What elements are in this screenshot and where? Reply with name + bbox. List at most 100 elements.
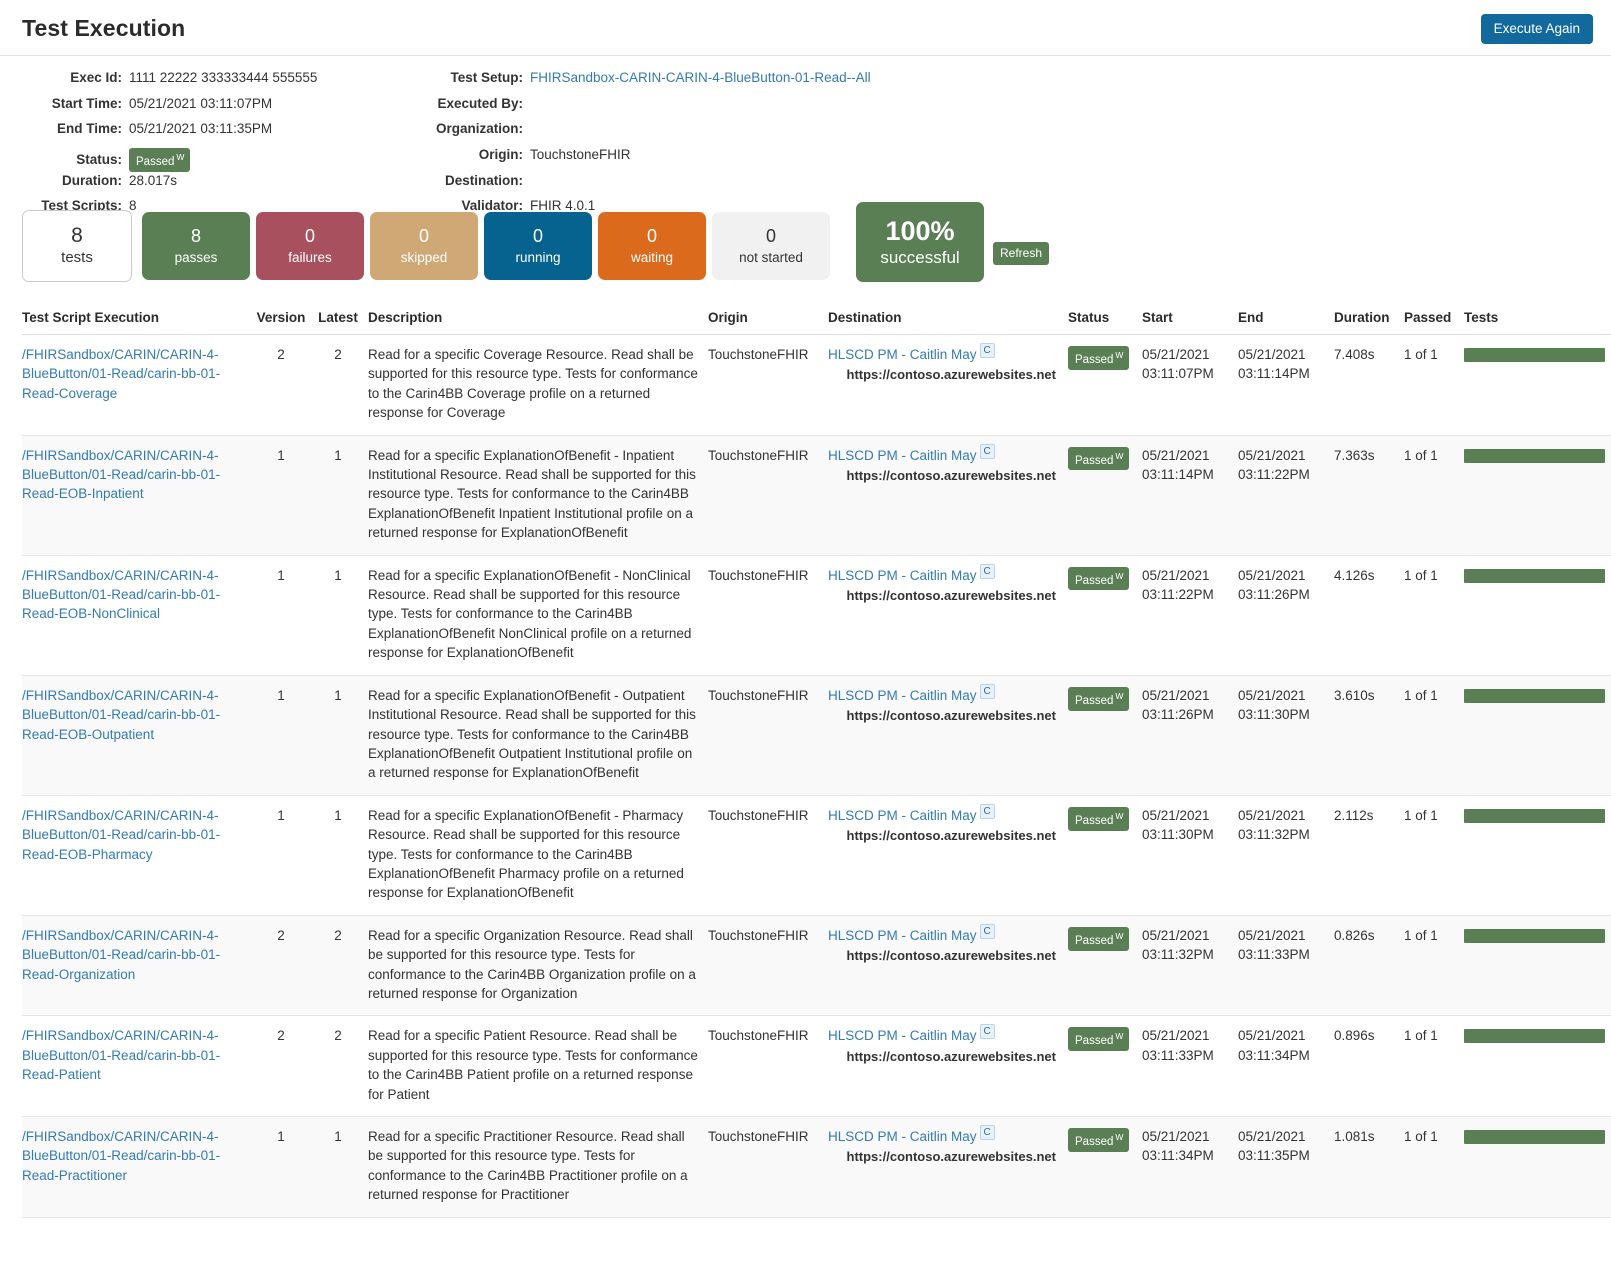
refresh-button[interactable]: Refresh bbox=[993, 242, 1049, 265]
stat-box-skipped[interactable]: 0skipped bbox=[370, 212, 478, 280]
description-cell: Read for a specific Coverage Resource. R… bbox=[368, 335, 708, 436]
column-header-passed[interactable]: Passed bbox=[1404, 310, 1464, 335]
status-badge-label: Passed bbox=[136, 156, 174, 168]
start-cell: 05/21/202103:11:32PM bbox=[1142, 915, 1238, 1016]
destination-link[interactable]: HLSCD PM - Caitlin May bbox=[828, 928, 977, 943]
stat-box-running[interactable]: 0running bbox=[484, 212, 592, 280]
end-time: 03:11:22PM bbox=[1238, 465, 1328, 484]
column-header-version[interactable]: Version bbox=[254, 310, 314, 335]
destination-link[interactable]: HLSCD PM - Caitlin May bbox=[828, 448, 977, 463]
conformance-badge[interactable]: C bbox=[980, 804, 995, 819]
duration-cell: 1.081s bbox=[1334, 1117, 1404, 1218]
metadata-column-left: Exec Id:1111 22222 333333444 555555Start… bbox=[0, 70, 420, 224]
stat-box-passes[interactable]: 8passes bbox=[142, 212, 250, 280]
tests-progress-cell bbox=[1464, 1016, 1611, 1117]
latest-cell: 2 bbox=[314, 335, 368, 436]
start-time: 03:11:26PM bbox=[1142, 705, 1232, 724]
destination-link[interactable]: HLSCD PM - Caitlin May bbox=[828, 568, 977, 583]
conformance-badge[interactable]: C bbox=[980, 444, 995, 459]
conformance-badge[interactable]: C bbox=[980, 1125, 995, 1140]
column-header-end[interactable]: End bbox=[1238, 310, 1334, 335]
duration-cell: 7.408s bbox=[1334, 335, 1404, 436]
conformance-badge[interactable]: C bbox=[980, 924, 995, 939]
metadata-row: End Time:05/21/2021 03:11:35PM bbox=[0, 121, 420, 147]
column-header-duration[interactable]: Duration bbox=[1334, 310, 1404, 335]
stat-count: 0 bbox=[533, 224, 543, 248]
end-time: 03:11:32PM bbox=[1238, 825, 1328, 844]
test-script-link[interactable]: /FHIRSandbox/CARIN/CARIN-4-BlueButton/01… bbox=[22, 347, 220, 401]
table-row[interactable]: /FHIRSandbox/CARIN/CARIN-4-BlueButton/01… bbox=[22, 335, 1611, 436]
metadata-label: Organization: bbox=[420, 121, 530, 136]
conformance-badge[interactable]: C bbox=[980, 564, 995, 579]
stat-box-waiting[interactable]: 0waiting bbox=[598, 212, 706, 280]
destination-link[interactable]: HLSCD PM - Caitlin May bbox=[828, 1028, 977, 1043]
end-time: 03:11:33PM bbox=[1238, 945, 1328, 964]
execute-again-button[interactable]: Execute Again bbox=[1481, 14, 1593, 44]
stat-label: running bbox=[515, 248, 560, 268]
column-header-origin[interactable]: Origin bbox=[708, 310, 828, 335]
table-body: /FHIRSandbox/CARIN/CARIN-4-BlueButton/01… bbox=[22, 335, 1611, 1218]
destination-url: https://contoso.azurewebsites.net bbox=[828, 706, 1062, 725]
destination-link[interactable]: HLSCD PM - Caitlin May bbox=[828, 347, 977, 362]
start-cell: 05/21/202103:11:34PM bbox=[1142, 1117, 1238, 1218]
test-script-link[interactable]: /FHIRSandbox/CARIN/CARIN-4-BlueButton/01… bbox=[22, 1129, 220, 1183]
conformance-badge[interactable]: C bbox=[980, 343, 995, 358]
success-rate-box[interactable]: 100% successful bbox=[856, 202, 984, 282]
end-time: 03:11:14PM bbox=[1238, 364, 1328, 383]
conformance-badge[interactable]: C bbox=[980, 1024, 995, 1039]
start-time: 03:11:14PM bbox=[1142, 465, 1232, 484]
column-header-start[interactable]: Start bbox=[1142, 310, 1238, 335]
version-cell: 2 bbox=[254, 1016, 314, 1117]
end-cell: 05/21/202103:11:30PM bbox=[1238, 675, 1334, 795]
destination-link[interactable]: HLSCD PM - Caitlin May bbox=[828, 688, 977, 703]
destination-link[interactable]: HLSCD PM - Caitlin May bbox=[828, 1129, 977, 1144]
metadata-link[interactable]: FHIRSandbox-CARIN-CARIN-4-BlueButton-01-… bbox=[530, 70, 871, 85]
table-row[interactable]: /FHIRSandbox/CARIN/CARIN-4-BlueButton/01… bbox=[22, 1016, 1611, 1117]
table-row[interactable]: /FHIRSandbox/CARIN/CARIN-4-BlueButton/01… bbox=[22, 675, 1611, 795]
column-header-latest[interactable]: Latest bbox=[314, 310, 368, 335]
column-header-tests[interactable]: Tests bbox=[1464, 310, 1611, 335]
end-cell: 05/21/202103:11:26PM bbox=[1238, 555, 1334, 675]
test-script-link[interactable]: /FHIRSandbox/CARIN/CARIN-4-BlueButton/01… bbox=[22, 688, 220, 742]
stat-label: skipped bbox=[401, 248, 448, 268]
origin-cell: TouchstoneFHIR bbox=[708, 795, 828, 915]
table-row[interactable]: /FHIRSandbox/CARIN/CARIN-4-BlueButton/01… bbox=[22, 795, 1611, 915]
column-header-destination[interactable]: Destination bbox=[828, 310, 1068, 335]
conformance-badge[interactable]: C bbox=[980, 684, 995, 699]
tests-progress-bar bbox=[1464, 1130, 1605, 1144]
start-time: 03:11:30PM bbox=[1142, 825, 1232, 844]
table-row[interactable]: /FHIRSandbox/CARIN/CARIN-4-BlueButton/01… bbox=[22, 555, 1611, 675]
metadata-row: Status:PassedW bbox=[0, 147, 420, 173]
test-script-cell: /FHIRSandbox/CARIN/CARIN-4-BlueButton/01… bbox=[22, 555, 254, 675]
column-header-status[interactable]: Status bbox=[1068, 310, 1142, 335]
stat-box-not-started[interactable]: 0not started bbox=[712, 212, 830, 280]
stat-label: passes bbox=[175, 248, 218, 268]
test-script-link[interactable]: /FHIRSandbox/CARIN/CARIN-4-BlueButton/01… bbox=[22, 928, 220, 982]
test-script-link[interactable]: /FHIRSandbox/CARIN/CARIN-4-BlueButton/01… bbox=[22, 1028, 220, 1082]
metadata-value: 28.017s bbox=[129, 173, 177, 188]
test-script-link[interactable]: /FHIRSandbox/CARIN/CARIN-4-BlueButton/01… bbox=[22, 448, 220, 502]
table-row[interactable]: /FHIRSandbox/CARIN/CARIN-4-BlueButton/01… bbox=[22, 435, 1611, 555]
status-cell: PassedW bbox=[1068, 675, 1142, 795]
start-time: 03:11:34PM bbox=[1142, 1146, 1232, 1165]
start-cell: 05/21/202103:11:14PM bbox=[1142, 435, 1238, 555]
destination-link[interactable]: HLSCD PM - Caitlin May bbox=[828, 808, 977, 823]
test-script-cell: /FHIRSandbox/CARIN/CARIN-4-BlueButton/01… bbox=[22, 915, 254, 1016]
table-row[interactable]: /FHIRSandbox/CARIN/CARIN-4-BlueButton/01… bbox=[22, 1117, 1611, 1218]
stat-label: waiting bbox=[631, 248, 673, 268]
column-header-test-script-execution[interactable]: Test Script Execution bbox=[22, 310, 254, 335]
test-script-link[interactable]: /FHIRSandbox/CARIN/CARIN-4-BlueButton/01… bbox=[22, 568, 220, 622]
metadata-value: 1111 22222 333333444 555555 bbox=[129, 70, 317, 85]
stat-box-tests[interactable]: 8tests bbox=[22, 210, 132, 282]
test-script-executions-table-wrap: Test Script ExecutionVersionLatestDescri… bbox=[22, 310, 1611, 1218]
tests-progress-cell bbox=[1464, 915, 1611, 1016]
stat-box-failures[interactable]: 0failures bbox=[256, 212, 364, 280]
metadata-row: Exec Id:1111 22222 333333444 555555 bbox=[0, 70, 420, 96]
column-header-description[interactable]: Description bbox=[368, 310, 708, 335]
start-time: 03:11:07PM bbox=[1142, 364, 1232, 383]
tests-progress-cell bbox=[1464, 335, 1611, 436]
test-script-executions-table: Test Script ExecutionVersionLatestDescri… bbox=[22, 310, 1611, 1218]
table-row[interactable]: /FHIRSandbox/CARIN/CARIN-4-BlueButton/01… bbox=[22, 915, 1611, 1016]
start-cell: 05/21/202103:11:26PM bbox=[1142, 675, 1238, 795]
test-script-link[interactable]: /FHIRSandbox/CARIN/CARIN-4-BlueButton/01… bbox=[22, 808, 220, 862]
